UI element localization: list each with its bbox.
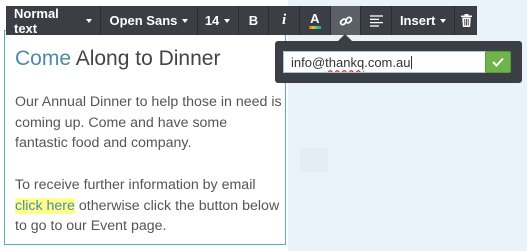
paragraph-2: To receive further information by email c… — [15, 175, 283, 237]
italic-button[interactable]: i — [269, 6, 299, 35]
link-popover: info@thankq.com.au — [275, 41, 522, 83]
link-url-suffix: .com.au — [364, 55, 411, 70]
italic-icon: i — [282, 12, 287, 28]
text-editor-toolbar: Normal text Open Sans 14 B i A Insert — [6, 5, 477, 36]
text-format-label: Normal text — [14, 5, 59, 36]
font-size-label: 14 — [204, 13, 220, 28]
faint-block — [300, 148, 328, 172]
heading-rest: Along to Dinner — [71, 47, 221, 70]
link-url-misspelled: thankq — [325, 55, 365, 70]
text-format-dropdown[interactable]: Normal text — [6, 5, 100, 36]
text-block-editor[interactable]: Come Along to Dinner Our Annual Dinner t… — [4, 30, 286, 245]
text-color-icon: A — [310, 11, 320, 26]
bold-button[interactable]: B — [239, 6, 269, 35]
caret-down-icon — [86, 18, 93, 23]
link-url-prefix: info@ — [291, 55, 326, 70]
font-family-dropdown[interactable]: Open Sans — [101, 6, 196, 35]
canvas-background — [288, 0, 527, 251]
trash-icon — [460, 14, 472, 27]
align-button[interactable] — [361, 6, 391, 35]
text-color-button[interactable]: A — [300, 6, 330, 35]
paragraph-2-intro: To receive further information by email — [15, 177, 256, 193]
caret-down-icon — [440, 18, 447, 23]
link-url-input[interactable]: info@thankq.com.au — [283, 51, 489, 73]
font-size-dropdown[interactable]: 14 — [198, 6, 238, 35]
click-here-link[interactable]: click here — [15, 197, 75, 214]
delete-button[interactable] — [455, 6, 477, 35]
font-family-label: Open Sans — [109, 13, 178, 28]
link-button[interactable] — [330, 6, 361, 35]
link-icon — [339, 15, 352, 26]
heading-accent-word: Come — [15, 47, 72, 70]
checkmark-icon — [492, 57, 504, 67]
bold-icon: B — [248, 13, 259, 28]
block-heading: Come Along to Dinner — [15, 47, 220, 71]
insert-label: Insert — [399, 13, 436, 28]
caret-down-icon — [182, 18, 189, 23]
caret-down-icon — [224, 18, 231, 23]
paragraph-1: Our Annual Dinner to help those in need … — [15, 94, 282, 151]
text-cursor — [411, 56, 413, 69]
align-left-icon — [369, 14, 383, 27]
insert-dropdown[interactable]: Insert — [392, 6, 454, 35]
color-swatch-bar — [308, 26, 321, 29]
confirm-link-button[interactable] — [485, 51, 511, 73]
